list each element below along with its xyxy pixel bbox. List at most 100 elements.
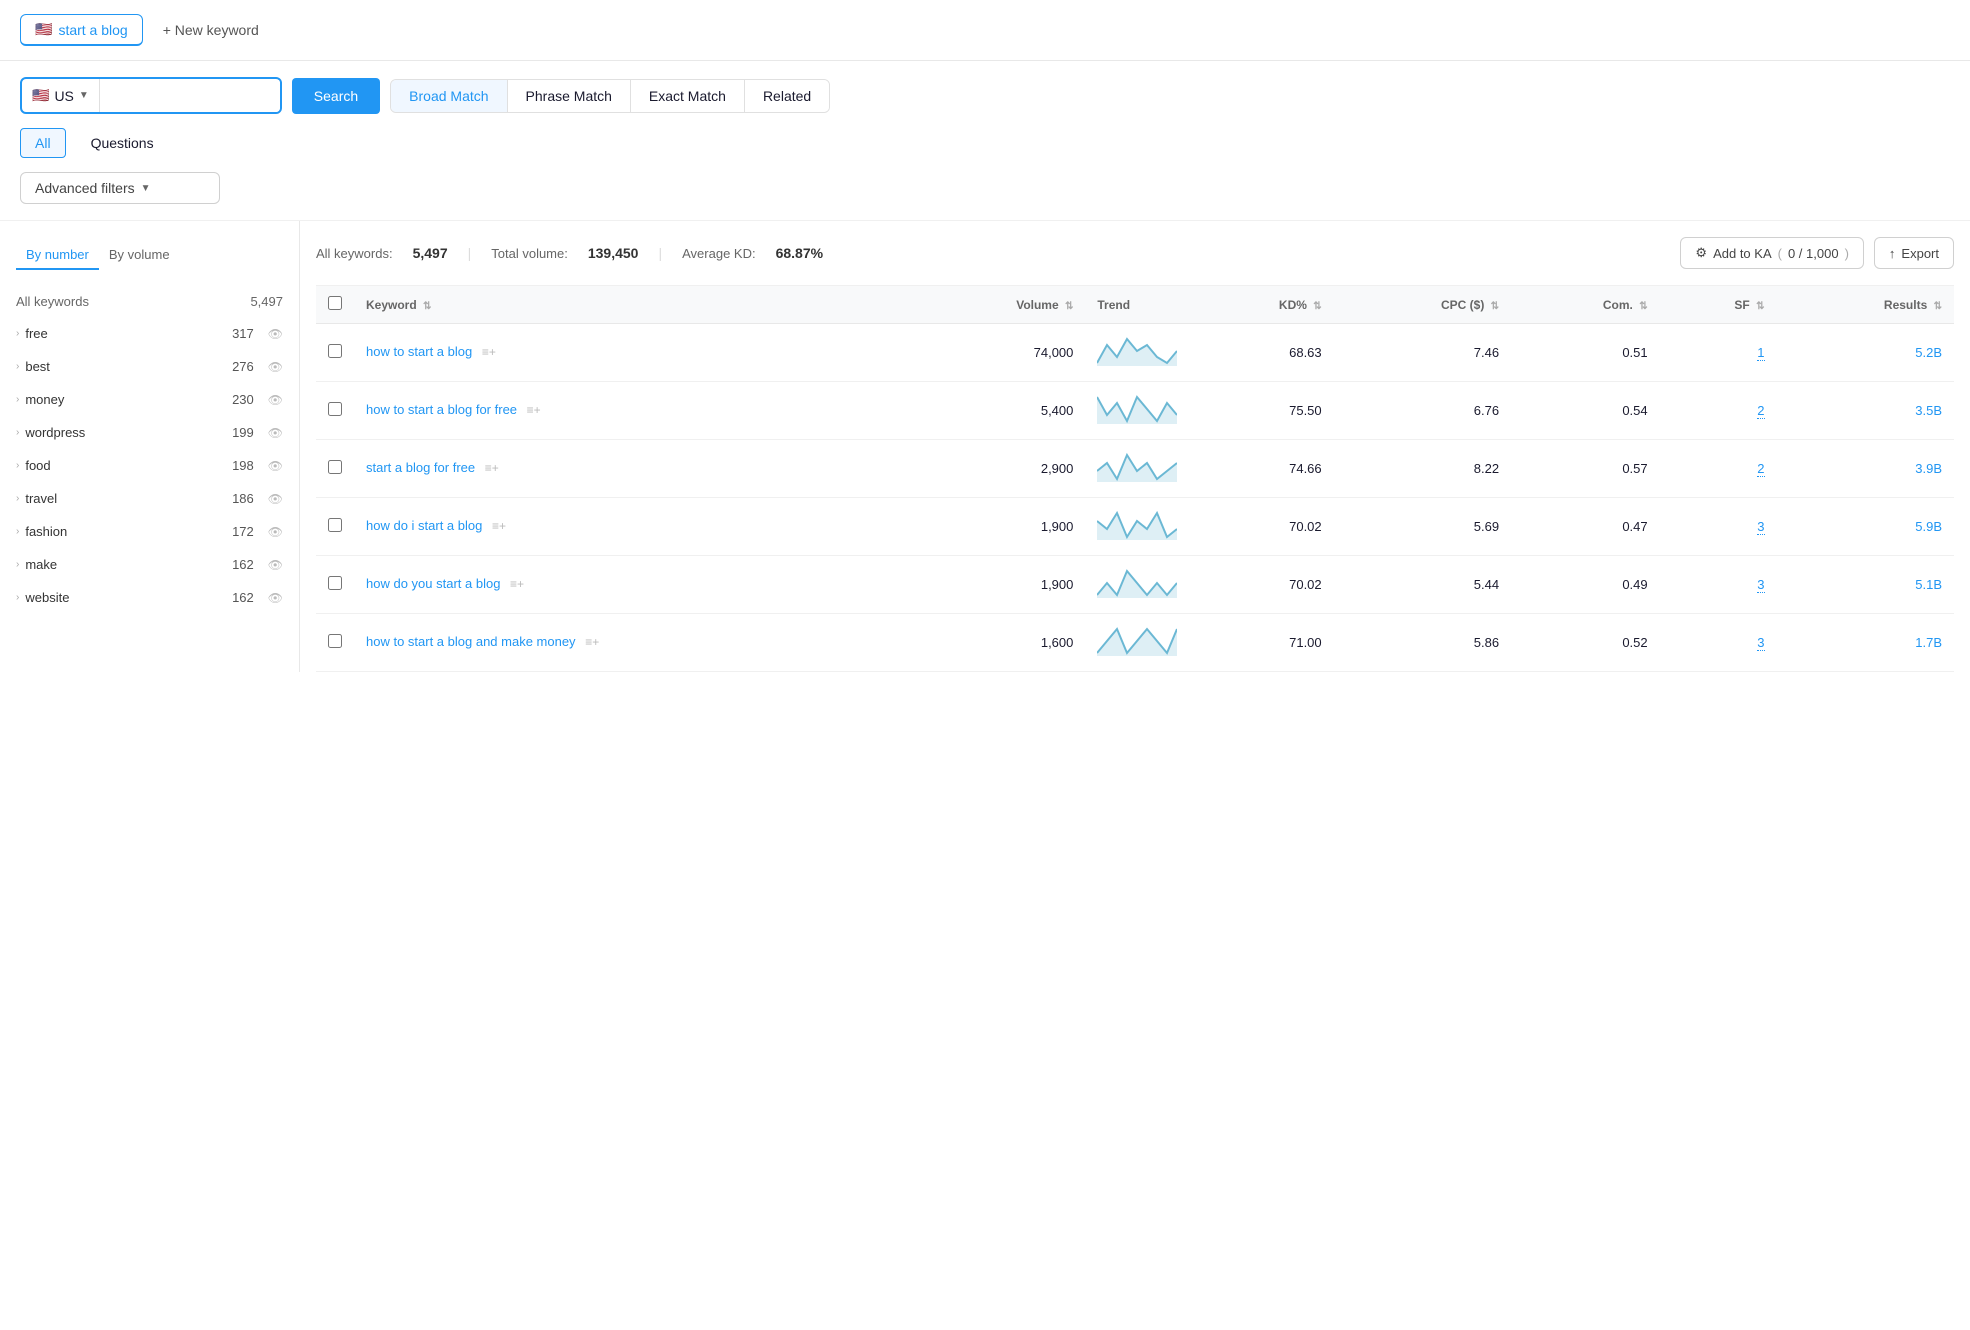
col-header-cpc[interactable]: CPC ($) ⇅: [1334, 286, 1511, 324]
list-item[interactable]: › fashion 172 👁: [0, 515, 299, 548]
sf-link[interactable]: 3: [1757, 635, 1764, 651]
chevron-right-icon: ›: [16, 493, 19, 504]
list-item[interactable]: › travel 186 👁: [0, 482, 299, 515]
results-cell: 3.5B: [1777, 382, 1955, 440]
sf-link[interactable]: 3: [1757, 577, 1764, 593]
sidebar-item-label: free: [25, 326, 226, 341]
eye-icon[interactable]: 👁: [268, 459, 283, 473]
keyword-link[interactable]: how do i start a blog: [366, 518, 482, 533]
sf-link[interactable]: 3: [1757, 519, 1764, 535]
keyword-link[interactable]: start a blog for free: [366, 460, 475, 475]
sidebar-item-count: 276: [232, 359, 254, 374]
sf-link[interactable]: 2: [1757, 461, 1764, 477]
sidebar-list: › free 317 👁 › best 276 👁 › money 230 👁 …: [0, 317, 299, 614]
export-button[interactable]: ↑ Export: [1874, 237, 1954, 269]
results-link[interactable]: 3.9B: [1915, 461, 1942, 476]
sidebar-scroll[interactable]: › free 317 👁 › best 276 👁 › money 230 👁 …: [0, 317, 299, 614]
match-tabs: Broad Match Phrase Match Exact Match Rel…: [390, 79, 830, 113]
new-keyword-btn[interactable]: + New keyword: [153, 16, 269, 44]
results-link[interactable]: 5.1B: [1915, 577, 1942, 592]
list-item[interactable]: › wordpress 199 👁: [0, 416, 299, 449]
eye-icon[interactable]: 👁: [268, 327, 283, 341]
results-cell: 3.9B: [1777, 440, 1955, 498]
search-button[interactable]: Search: [292, 78, 380, 114]
search-section: 🇺🇸 US ▼ Search Broad Match Phrase Match …: [0, 61, 1970, 221]
results-link[interactable]: 3.5B: [1915, 403, 1942, 418]
list-item[interactable]: › website 162 👁: [0, 581, 299, 614]
add-keyword-icon[interactable]: ≡+: [485, 461, 499, 475]
advanced-filters[interactable]: Advanced filters ▼: [20, 172, 220, 204]
sf-link[interactable]: 1: [1757, 345, 1764, 361]
keyword-link[interactable]: how to start a blog for free: [366, 402, 517, 417]
trend-cell: [1085, 440, 1189, 498]
row-checkbox-cell: [316, 382, 354, 440]
com-cell: 0.52: [1511, 614, 1660, 672]
eye-icon[interactable]: 👁: [268, 393, 283, 407]
add-keyword-icon[interactable]: ≡+: [510, 577, 524, 591]
tab-flag: 🇺🇸: [35, 21, 52, 38]
add-keyword-icon[interactable]: ≡+: [492, 519, 506, 533]
tab-phrase-match[interactable]: Phrase Match: [508, 80, 631, 112]
list-item[interactable]: › make 162 👁: [0, 548, 299, 581]
col-header-com[interactable]: Com. ⇅: [1511, 286, 1660, 324]
eye-icon[interactable]: 👁: [268, 492, 283, 506]
volume-cell: 74,000: [910, 324, 1085, 382]
row-checkbox[interactable]: [328, 402, 342, 416]
col-header-keyword[interactable]: Keyword ⇅: [354, 286, 910, 324]
export-label: Export: [1901, 246, 1939, 261]
col-header-trend[interactable]: Trend: [1085, 286, 1189, 324]
sort-icon-volume: ⇅: [1065, 301, 1073, 312]
results-link[interactable]: 1.7B: [1915, 635, 1942, 650]
tab-exact-match[interactable]: Exact Match: [631, 80, 745, 112]
keyword-link[interactable]: how to start a blog and make money: [366, 634, 576, 649]
list-item[interactable]: › money 230 👁: [0, 383, 299, 416]
add-keyword-icon[interactable]: ≡+: [585, 635, 599, 649]
sidebar-tab-by-volume[interactable]: By volume: [99, 241, 180, 270]
keyword-link[interactable]: how do you start a blog: [366, 576, 500, 591]
list-item[interactable]: › food 198 👁: [0, 449, 299, 482]
eye-icon[interactable]: 👁: [268, 525, 283, 539]
add-keyword-icon[interactable]: ≡+: [482, 345, 496, 359]
search-input[interactable]: [100, 80, 280, 112]
sidebar-tab-by-number[interactable]: By number: [16, 241, 99, 270]
row-checkbox[interactable]: [328, 518, 342, 532]
sf-link[interactable]: 2: [1757, 403, 1764, 419]
kd-cell: 75.50: [1189, 382, 1333, 440]
row-checkbox[interactable]: [328, 634, 342, 648]
sidebar-item-label: make: [25, 557, 226, 572]
results-cell: 5.2B: [1777, 324, 1955, 382]
results-link[interactable]: 5.9B: [1915, 519, 1942, 534]
com-cell: 0.47: [1511, 498, 1660, 556]
eye-icon[interactable]: 👁: [268, 360, 283, 374]
filter-tab-questions[interactable]: Questions: [76, 128, 169, 158]
col-header-sf[interactable]: SF ⇅: [1660, 286, 1777, 324]
export-icon: ↑: [1889, 246, 1896, 261]
list-item[interactable]: › best 276 👁: [0, 350, 299, 383]
select-all-checkbox[interactable]: [328, 296, 342, 310]
eye-icon[interactable]: 👁: [268, 591, 283, 605]
col-header-results[interactable]: Results ⇅: [1777, 286, 1955, 324]
search-row: 🇺🇸 US ▼ Search Broad Match Phrase Match …: [20, 77, 1950, 114]
cpc-cell: 5.86: [1334, 614, 1511, 672]
row-checkbox[interactable]: [328, 460, 342, 474]
chevron-right-icon: ›: [16, 559, 19, 570]
col-header-volume[interactable]: Volume ⇅: [910, 286, 1085, 324]
sidebar-item-label: travel: [25, 491, 226, 506]
top-bar: 🇺🇸 start a blog + New keyword: [0, 0, 1970, 61]
tab-broad-match[interactable]: Broad Match: [391, 80, 507, 112]
eye-icon[interactable]: 👁: [268, 426, 283, 440]
country-selector[interactable]: 🇺🇸 US ▼: [22, 79, 100, 112]
current-tab[interactable]: 🇺🇸 start a blog: [20, 14, 143, 46]
volume-cell: 2,900: [910, 440, 1085, 498]
row-checkbox[interactable]: [328, 576, 342, 590]
row-checkbox[interactable]: [328, 344, 342, 358]
keyword-link[interactable]: how to start a blog: [366, 344, 472, 359]
eye-icon[interactable]: 👁: [268, 558, 283, 572]
col-header-kd[interactable]: KD% ⇅: [1189, 286, 1333, 324]
list-item[interactable]: › free 317 👁: [0, 317, 299, 350]
add-to-ka-button[interactable]: ⚙ Add to KA (0 / 1,000): [1680, 237, 1864, 269]
results-link[interactable]: 5.2B: [1915, 345, 1942, 360]
tab-related[interactable]: Related: [745, 80, 829, 112]
add-keyword-icon[interactable]: ≡+: [527, 403, 541, 417]
filter-tab-all[interactable]: All: [20, 128, 66, 158]
